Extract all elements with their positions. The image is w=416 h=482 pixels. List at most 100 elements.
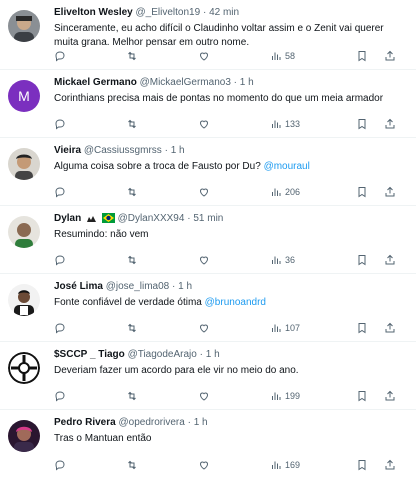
reply-button[interactable] xyxy=(54,322,66,334)
bookmark-button[interactable] xyxy=(356,186,368,198)
author-handle[interactable]: @MickaelGermano3 xyxy=(140,77,231,88)
tweet[interactable]: $SCCP _ Tiago @TiagodeArajo · 1 h Deveri… xyxy=(0,342,416,410)
avatar[interactable] xyxy=(8,284,40,316)
author-name[interactable]: $SCCP _ Tiago xyxy=(54,349,125,360)
avatar[interactable] xyxy=(8,420,40,452)
like-button[interactable] xyxy=(198,459,210,471)
bookmark-button[interactable] xyxy=(356,459,368,471)
views-button[interactable]: 199 xyxy=(270,390,300,402)
author-handle[interactable]: @jose_lima08 xyxy=(106,281,170,292)
views-count: 107 xyxy=(285,323,301,333)
tweet[interactable]: M Mickael Germano @MickaelGermano3 · 1 h… xyxy=(0,70,416,138)
author-name[interactable]: Pedro Rivera xyxy=(54,417,116,428)
retweet-button[interactable] xyxy=(126,459,138,471)
like-button[interactable] xyxy=(198,50,210,62)
like-button[interactable] xyxy=(198,118,210,130)
views-button[interactable]: 107 xyxy=(270,322,300,334)
bookmark-button[interactable] xyxy=(356,390,368,402)
views-button[interactable]: 133 xyxy=(270,118,300,130)
author-handle[interactable]: @DylanXXX94 xyxy=(118,213,185,224)
reply-icon xyxy=(55,187,65,198)
share-button[interactable] xyxy=(384,322,396,334)
retweet-button[interactable] xyxy=(126,118,138,130)
timestamp[interactable]: 51 min xyxy=(193,213,223,224)
tweet-text: Resumindo: não vem xyxy=(54,229,149,240)
author-handle[interactable]: @opedrorivera xyxy=(118,417,184,428)
tweet-text-body: Fonte confiável de verdade ótima xyxy=(54,297,205,308)
timestamp[interactable]: 1 h xyxy=(194,417,208,428)
tweet[interactable]: Vieira @Cassiussgmrss · 1 h Alguma coisa… xyxy=(0,138,416,206)
like-button[interactable] xyxy=(198,390,210,402)
views-button[interactable]: 169 xyxy=(270,459,300,471)
bookmark-icon xyxy=(358,391,366,402)
retweet-button[interactable] xyxy=(126,186,138,198)
like-button[interactable] xyxy=(198,254,210,266)
retweet-icon xyxy=(128,187,136,197)
views-count: 169 xyxy=(285,460,301,470)
tweet-actions: 36 xyxy=(54,253,404,267)
timestamp[interactable]: 1 h xyxy=(240,77,254,88)
views-button[interactable]: 206 xyxy=(270,186,300,198)
retweet-button[interactable] xyxy=(126,254,138,266)
retweet-button[interactable] xyxy=(126,322,138,334)
author-name[interactable]: Dylan xyxy=(54,213,81,224)
separator: · xyxy=(187,417,191,428)
mention-link[interactable]: @brunoandrd xyxy=(205,297,266,308)
reply-button[interactable] xyxy=(54,186,66,198)
views-count: 133 xyxy=(285,119,301,129)
author-handle[interactable]: @TiagodeArajo xyxy=(128,349,197,360)
like-button[interactable] xyxy=(198,322,210,334)
bookmark-button[interactable] xyxy=(356,322,368,334)
like-icon xyxy=(199,188,209,197)
author-name[interactable]: José Lima xyxy=(54,281,103,292)
avatar[interactable] xyxy=(8,352,40,384)
tweet[interactable]: Elivelton Wesley @_Elivelton19 · 42 min … xyxy=(0,0,416,70)
tweet[interactable]: Dylan @DylanXXX94 · 51 min Resumindo: nã… xyxy=(0,206,416,274)
share-icon xyxy=(385,322,395,333)
avatar[interactable] xyxy=(8,148,40,180)
bookmark-icon xyxy=(358,255,366,266)
retweet-button[interactable] xyxy=(126,50,138,62)
like-button[interactable] xyxy=(198,186,210,198)
author-handle[interactable]: @Cassiussgmrss xyxy=(84,145,162,156)
timestamp[interactable]: 1 h xyxy=(171,145,185,156)
views-button[interactable]: 36 xyxy=(270,254,295,266)
retweet-icon xyxy=(128,460,136,470)
like-icon xyxy=(199,392,209,401)
retweet-icon xyxy=(128,51,136,61)
tweet-text: Tras o Mantuan então xyxy=(54,433,152,444)
reply-button[interactable] xyxy=(54,118,66,130)
bookmark-button[interactable] xyxy=(356,50,368,62)
timestamp[interactable]: 1 h xyxy=(178,281,192,292)
avatar[interactable] xyxy=(8,10,40,42)
avatar[interactable]: M xyxy=(8,80,40,112)
timestamp[interactable]: 42 min xyxy=(209,7,239,18)
author-handle[interactable]: @_Elivelton19 xyxy=(136,7,201,18)
avatar[interactable] xyxy=(8,216,40,248)
reply-button[interactable] xyxy=(54,50,66,62)
reply-button[interactable] xyxy=(54,254,66,266)
reply-button[interactable] xyxy=(54,390,66,402)
share-icon xyxy=(385,50,395,61)
retweet-button[interactable] xyxy=(126,390,138,402)
author-name[interactable]: Mickael Germano xyxy=(54,77,137,88)
tweet[interactable]: José Lima @jose_lima08 · 1 h Fonte confi… xyxy=(0,274,416,342)
author-name[interactable]: Vieira xyxy=(54,145,81,156)
timestamp[interactable]: 1 h xyxy=(206,349,220,360)
share-button[interactable] xyxy=(384,459,396,471)
mention-link[interactable]: @mouraul xyxy=(264,161,310,172)
bookmark-button[interactable] xyxy=(356,118,368,130)
share-button[interactable] xyxy=(384,254,396,266)
bookmark-button[interactable] xyxy=(356,254,368,266)
share-button[interactable] xyxy=(384,50,396,62)
share-button[interactable] xyxy=(384,186,396,198)
tweet-text-line: muita grana. Melhor pensar em outro nome… xyxy=(54,37,250,48)
author-name[interactable]: Elivelton Wesley xyxy=(54,7,133,18)
share-button[interactable] xyxy=(384,390,396,402)
reply-button[interactable] xyxy=(54,459,66,471)
share-button[interactable] xyxy=(384,118,396,130)
views-button[interactable]: 58 xyxy=(270,50,295,62)
tweet-actions: 133 xyxy=(54,117,404,131)
separator: · xyxy=(172,281,176,292)
tweet[interactable]: Pedro Rivera @opedrorivera · 1 h Tras o … xyxy=(0,410,416,478)
